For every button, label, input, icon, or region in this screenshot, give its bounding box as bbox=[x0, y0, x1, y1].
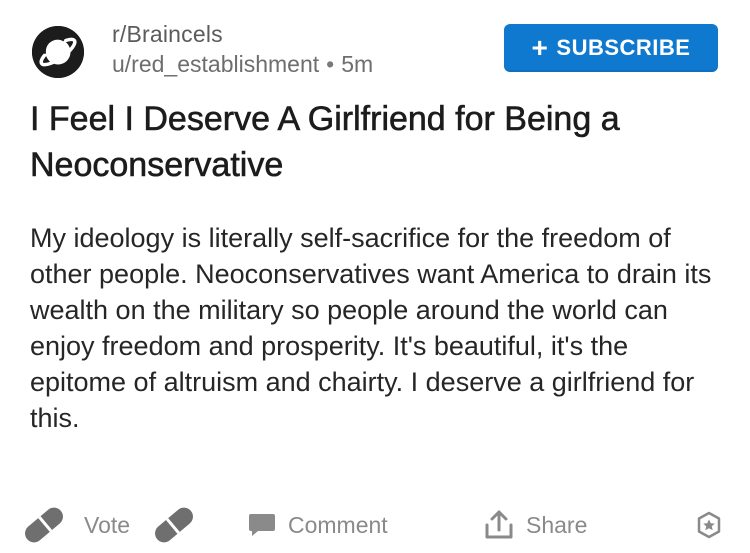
post-title[interactable]: I Feel I Deserve A Girlfriend for Being … bbox=[30, 96, 720, 188]
downvote-button[interactable] bbox=[148, 500, 200, 550]
post-meta: r/Braincels u/red_establishment • 5m bbox=[112, 20, 373, 78]
subscribe-button[interactable]: + SUBSCRIBE bbox=[504, 24, 718, 72]
post-time: 5m bbox=[341, 51, 374, 77]
planet-icon bbox=[32, 26, 84, 78]
share-button[interactable]: Share bbox=[484, 500, 587, 550]
plus-icon: + bbox=[531, 32, 549, 63]
share-label: Share bbox=[526, 511, 588, 538]
vote-count: Vote bbox=[84, 511, 131, 538]
upvote-button[interactable] bbox=[18, 500, 70, 550]
subreddit-avatar[interactable] bbox=[32, 26, 84, 78]
comment-icon bbox=[248, 512, 276, 538]
post-body: My ideology is literally self-sacrifice … bbox=[30, 223, 712, 433]
downvote-icon bbox=[148, 503, 200, 547]
award-icon bbox=[694, 510, 724, 540]
subscribe-label: SUBSCRIBE bbox=[556, 35, 691, 60]
post-header: r/Braincels u/red_establishment • 5m + SUB… bbox=[30, 18, 720, 84]
award-button[interactable] bbox=[694, 500, 724, 550]
author-name[interactable]: u/red_establishment bbox=[112, 51, 319, 77]
subreddit-name[interactable]: r/Braincels bbox=[112, 20, 373, 48]
upvote-icon bbox=[18, 503, 70, 547]
share-icon bbox=[484, 509, 514, 541]
reddit-post: r/Braincels u/red_establishment • 5m + SUB… bbox=[0, 0, 750, 553]
comment-button[interactable]: Comment bbox=[248, 500, 388, 550]
comment-label: Comment bbox=[288, 511, 388, 538]
action-bar: Vote Comment Share bbox=[18, 500, 738, 550]
meta-separator: • bbox=[326, 51, 335, 77]
author-line: u/red_establishment • 5m bbox=[112, 50, 373, 78]
